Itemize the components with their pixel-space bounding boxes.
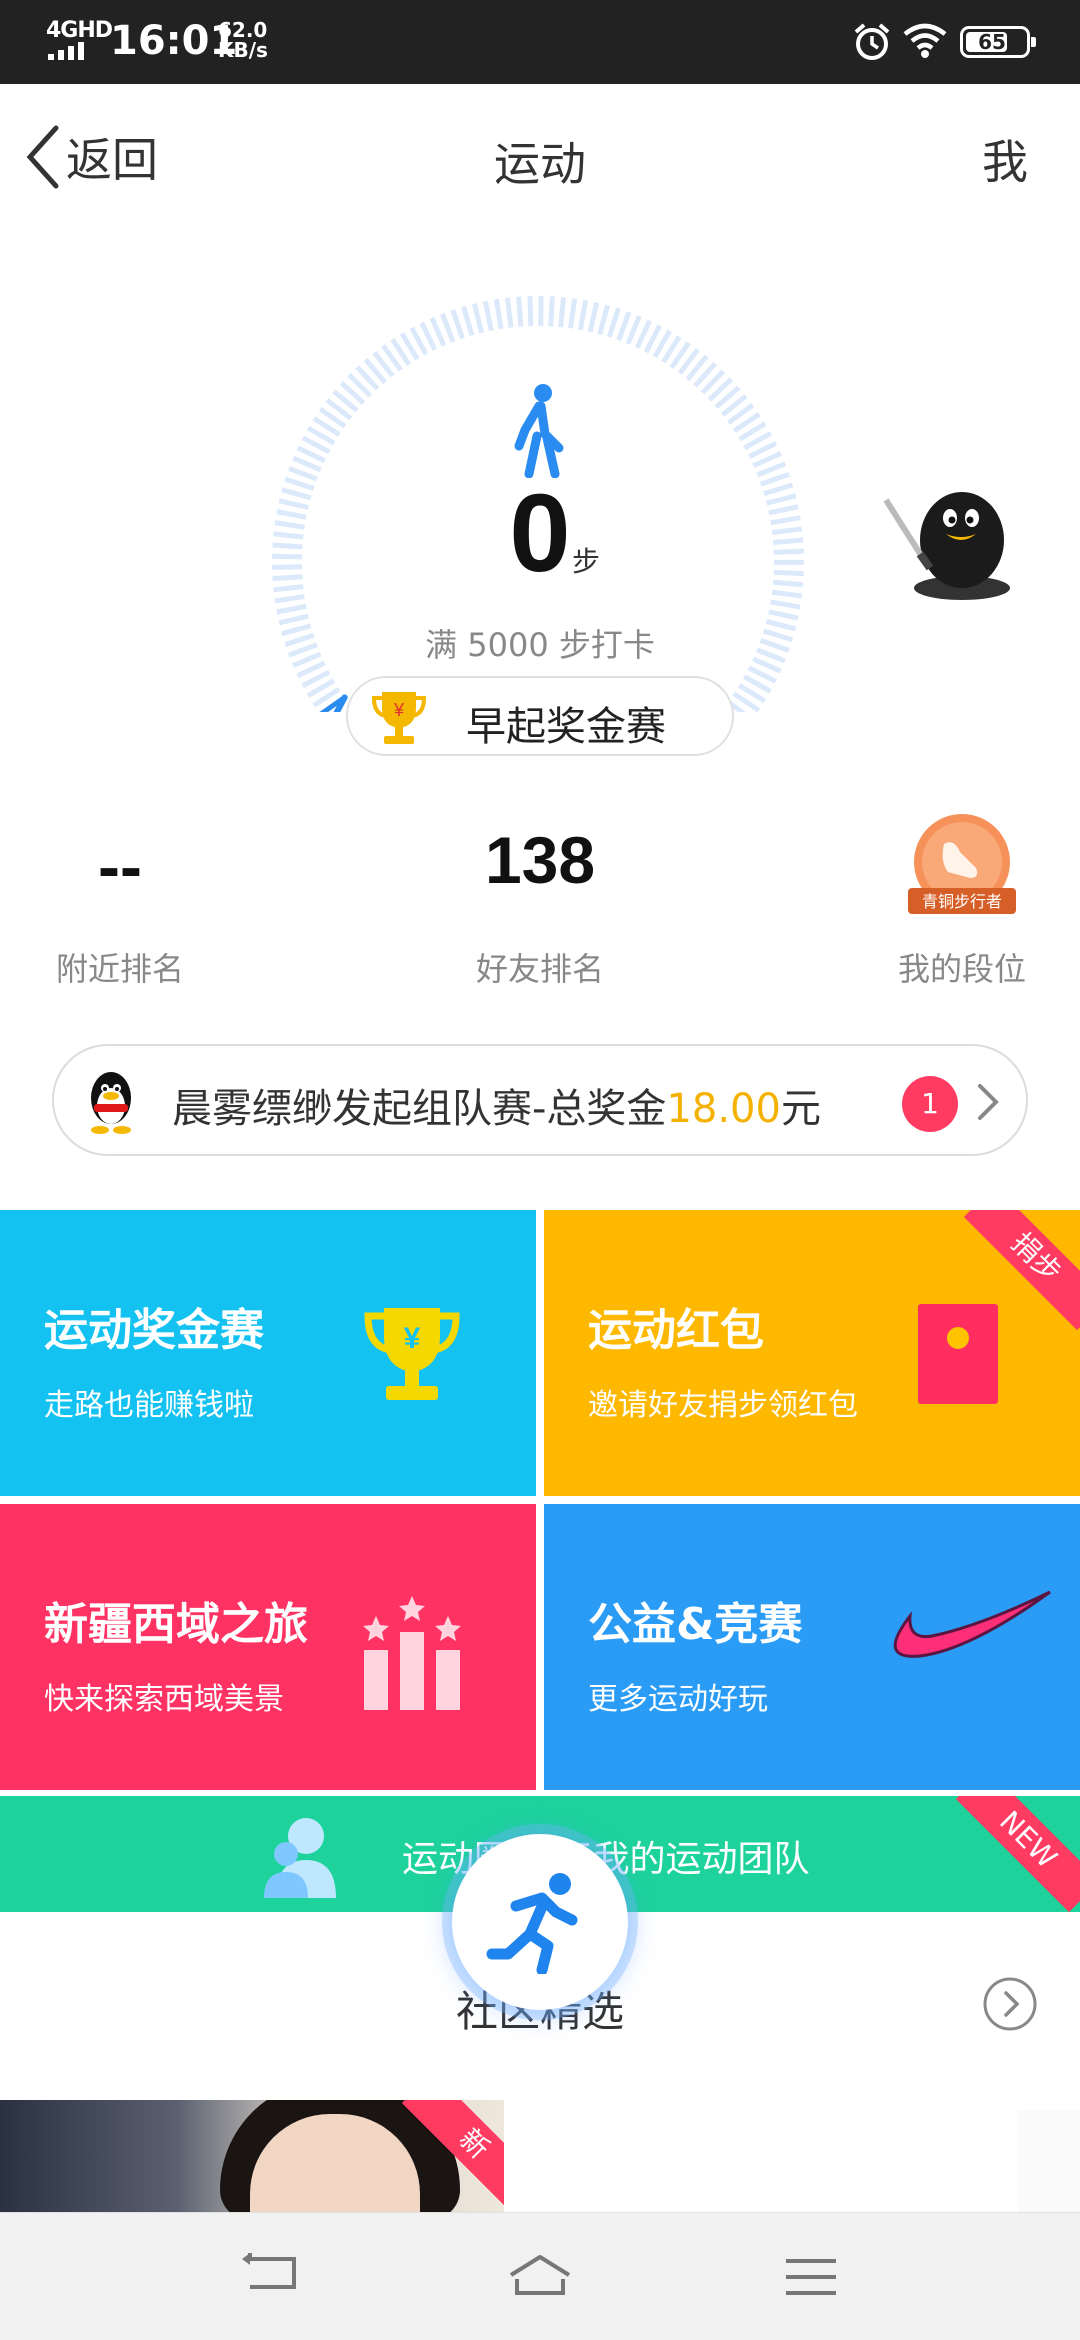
walking-person-icon: [514, 384, 564, 478]
qq-penguin-icon: [91, 1072, 131, 1134]
gauge-tick: [450, 309, 465, 340]
nav-home-icon[interactable]: [505, 2249, 575, 2305]
me-button[interactable]: 我: [982, 126, 1028, 192]
nav-menu-icon[interactable]: [776, 2249, 846, 2305]
team-contest-badge: 1: [902, 1076, 958, 1132]
friend-rank-value: 138: [484, 823, 596, 897]
svg-text:¥: ¥: [393, 700, 405, 720]
tile-subtitle: 更多运动好玩: [588, 1682, 768, 1717]
running-person-icon: [486, 1873, 578, 1974]
nearby-rank-label[interactable]: 附近排名: [20, 944, 220, 990]
red-packet-icon: [918, 1304, 998, 1404]
gauge-tick: [527, 296, 534, 327]
gauge-tick: [274, 594, 305, 604]
gauge-tick: [516, 296, 524, 327]
nav-back-icon[interactable]: [236, 2249, 306, 2305]
tile-xinjiang-trip[interactable]: 新疆西域之旅 快来探索西域美景: [0, 1504, 536, 1790]
tile-red-packet[interactable]: 运动红包 邀请好友捐步领红包 捐步: [544, 1210, 1080, 1496]
battery-level: 65: [978, 30, 1006, 54]
rank-badge-text: 青铜步行者: [922, 892, 1002, 911]
team-contest-title: 晨雾缥缈发起组队赛-总奖金: [172, 1086, 667, 1132]
net-speed: 62.0 KB/s: [218, 20, 268, 60]
trophy-icon: ¥: [364, 1308, 460, 1400]
gauge-tick: [625, 315, 642, 345]
team-contest-banner[interactable]: 晨雾缥缈发起组队赛-总奖金18.00元 1: [52, 1044, 1028, 1156]
gauge-tick: [568, 298, 578, 329]
gauge-tick: [493, 298, 504, 330]
gauge-tick: [770, 599, 801, 610]
system-nav-bar: [0, 2212, 1080, 2340]
step-count-value: 0: [509, 472, 571, 595]
trophy-icon: ¥: [371, 692, 427, 744]
gauge-tick: [548, 296, 555, 327]
tile-charity-competition[interactable]: 公益&竞赛 更多运动好玩: [544, 1504, 1080, 1790]
tile-title: 新疆西域之旅: [44, 1599, 308, 1650]
gauge-tick: [505, 297, 514, 328]
net-speed-unit: KB/s: [218, 38, 268, 62]
step-goal: 满 5000 步打卡: [425, 626, 655, 664]
signal-icon: [48, 42, 84, 60]
tile-title: 运动奖金赛: [44, 1305, 264, 1356]
team-contest-amount: 18.00: [666, 1086, 781, 1132]
team-contest-currency: 元: [780, 1086, 821, 1132]
contest-label: 早起奖金赛: [466, 704, 666, 750]
people-icon: [264, 1818, 336, 1898]
gauge-tick: [768, 609, 799, 621]
community-post-thumbnail[interactable]: 新: [0, 2100, 504, 2220]
gauge-tick: [292, 455, 322, 473]
team-contest-text: 晨雾缥缈发起组队赛-总奖金18.00元: [172, 1076, 821, 1134]
chevron-right-icon: [978, 1084, 999, 1120]
rank-badge-icon[interactable]: 青铜步行者: [900, 812, 1024, 924]
early-bird-contest-button[interactable]: ¥ 早起奖金赛: [346, 676, 734, 756]
gauge-tick: [439, 312, 456, 343]
tile-subtitle: 邀请好友捐步领红包: [588, 1388, 858, 1423]
status-bar: 4GHD 16:01 62.0 KB/s 65: [0, 0, 1080, 84]
gauge-tick: [429, 317, 447, 347]
alarm-icon: [854, 23, 890, 60]
gauge-tick: [606, 307, 621, 338]
tile-title: 公益&竞赛: [588, 1599, 803, 1650]
sports-screen: 4GHD 16:01 62.0 KB/s 65 返回 运动 我 0 步 满 50…: [0, 0, 1080, 2340]
gauge-tick: [587, 302, 600, 333]
swoosh-icon: [893, 1590, 1051, 1658]
tile-subtitle: 走路也能赚钱啦: [44, 1388, 254, 1423]
step-unit: 步: [572, 545, 601, 578]
gauge-tick: [471, 303, 485, 334]
gauge-tick: [558, 296, 566, 328]
battery-indicator: 65: [960, 26, 1036, 58]
penguin-mascot-icon[interactable]: [880, 460, 1030, 610]
page-title: 运动: [494, 137, 586, 191]
circle-arrow-icon[interactable]: [982, 1976, 1038, 2032]
tile-subtitle: 快来探索西域美景: [44, 1682, 284, 1717]
my-level-label[interactable]: 我的段位: [862, 944, 1062, 990]
podium-stars-icon: [363, 1596, 461, 1710]
friend-rank-label[interactable]: 好友排名: [440, 944, 640, 990]
gauge-tick: [276, 603, 307, 615]
nearby-rank-value: --: [98, 829, 142, 903]
tile-title: 运动红包: [588, 1305, 764, 1356]
net-speed-value: 62.0: [218, 18, 268, 42]
new-corner-tag: NEW: [955, 1796, 1080, 1912]
gauge-tick: [482, 300, 494, 332]
gauge-tick: [461, 305, 475, 337]
start-run-button[interactable]: [452, 1834, 628, 2010]
svg-text:¥: ¥: [404, 1322, 421, 1355]
tile-sports-contest[interactable]: 运动奖金赛 走路也能赚钱啦 ¥: [0, 1210, 536, 1496]
gauge-tick: [616, 311, 632, 342]
gauge-tick: [577, 299, 589, 331]
gauge-tick: [597, 304, 611, 335]
community-post-thumbnail-2[interactable]: [1018, 2110, 1080, 2220]
wifi-icon: [903, 23, 947, 58]
